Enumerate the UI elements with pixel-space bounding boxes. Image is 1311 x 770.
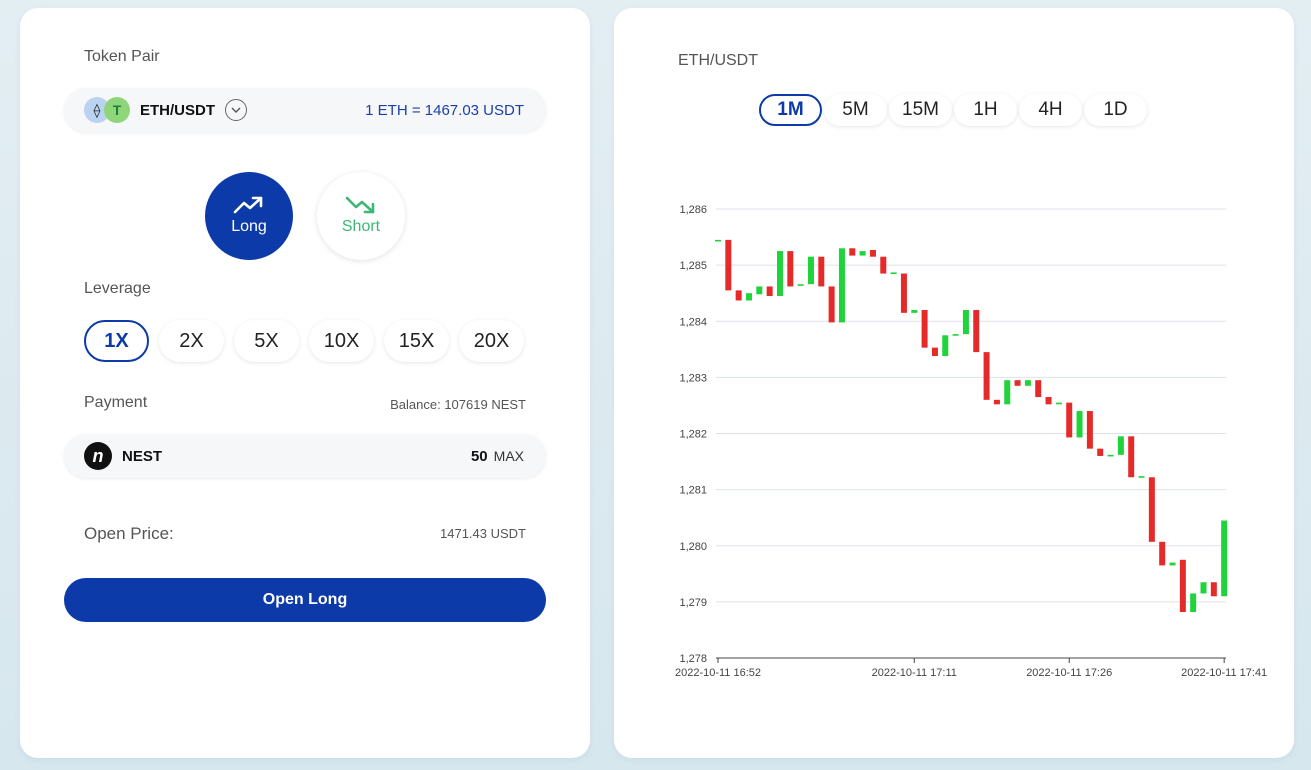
- x-tick-label: 2022-10-11 17:41: [1181, 667, 1267, 679]
- candle: [952, 334, 959, 336]
- open-price-value: 1471.43 USDT: [440, 526, 526, 541]
- payment-field[interactable]: n NEST 50 MAX: [64, 434, 546, 478]
- candle: [715, 239, 721, 242]
- y-tick-label: 1,280: [679, 541, 707, 553]
- candle: [1200, 582, 1207, 594]
- exchange-rate: 1 ETH = 1467.03 USDT: [365, 101, 524, 119]
- candle: [983, 352, 990, 400]
- candle: [1035, 380, 1042, 398]
- leverage-10x-button[interactable]: 10X: [309, 320, 374, 362]
- candle: [756, 286, 763, 295]
- open-price-label: Open Price:: [84, 524, 174, 543]
- candle: [1066, 402, 1073, 438]
- candle: [787, 251, 794, 287]
- candle: [1117, 436, 1124, 455]
- candle: [1024, 380, 1031, 386]
- leverage-15x-button[interactable]: 15X: [384, 320, 449, 362]
- y-tick-label: 1,281: [679, 485, 707, 497]
- candle: [828, 286, 835, 323]
- leverage-20x-button[interactable]: 20X: [459, 320, 524, 362]
- candle: [1190, 593, 1197, 612]
- y-tick-label: 1,278: [679, 653, 707, 665]
- leverage-1x-button[interactable]: 1X: [84, 320, 149, 362]
- token-pair-selector[interactable]: ⟠ T ETH/USDT 1 ETH = 1467.03 USDT: [64, 88, 546, 132]
- candle: [766, 286, 773, 296]
- candle: [880, 256, 887, 274]
- candle: [1097, 448, 1104, 456]
- candle: [993, 399, 1000, 405]
- x-tick-label: 2022-10-11 17:26: [1026, 667, 1112, 679]
- trade-panel: Token Pair ⟠ T ETH/USDT 1 ETH = 1467.03 …: [20, 8, 590, 758]
- chart-panel: ETH/USDT 1M 5M 15M 1H 4H 1D 1,278 1,279 1,…: [614, 8, 1294, 758]
- candle: [890, 272, 897, 275]
- candle: [849, 248, 856, 256]
- candlestick-chart[interactable]: 1,278 1,279 1,280 1,281 1,282 1,283 1,284 1,285…: [614, 8, 1294, 758]
- short-button[interactable]: Short: [317, 172, 405, 260]
- candle: [869, 249, 876, 257]
- candle: [1004, 380, 1011, 405]
- candle: [911, 310, 918, 313]
- candle: [838, 248, 845, 323]
- trend-down-icon: [345, 196, 375, 214]
- y-tick-label: 1,282: [679, 429, 707, 441]
- open-long-button[interactable]: Open Long: [64, 578, 546, 622]
- x-tick-label: 2022-10-11 16:52: [675, 667, 761, 679]
- y-tick-label: 1,285: [679, 260, 707, 272]
- candle: [973, 310, 980, 353]
- leverage-options: 1X 2X 5X 10X 15X 20X: [84, 320, 524, 362]
- candle: [921, 310, 928, 348]
- candle: [1014, 380, 1021, 386]
- candle: [745, 293, 752, 301]
- candle: [1210, 582, 1217, 597]
- nest-icon: n: [84, 442, 112, 470]
- candle: [1045, 397, 1052, 405]
- candle: [1076, 411, 1083, 438]
- candle: [900, 273, 907, 313]
- candle: [1179, 559, 1186, 612]
- candle: [1159, 541, 1166, 566]
- x-tick-label: 2022-10-11 17:11: [872, 667, 957, 679]
- candle: [1055, 402, 1062, 405]
- usdt-icon: T: [104, 97, 130, 123]
- short-label: Short: [341, 218, 381, 235]
- payment-label: Payment: [84, 394, 148, 411]
- long-label: Long: [231, 218, 267, 235]
- candle: [725, 239, 732, 291]
- leverage-2x-button[interactable]: 2X: [159, 320, 224, 362]
- candle: [1169, 562, 1176, 566]
- y-tick-label: 1,284: [679, 316, 707, 328]
- y-tick-label: 1,283: [679, 372, 707, 384]
- y-tick-label: 1,286: [679, 204, 707, 216]
- candle: [807, 256, 814, 285]
- candle: [859, 251, 866, 256]
- chevron-down-icon[interactable]: [225, 99, 247, 121]
- candle: [735, 290, 742, 301]
- candle: [942, 335, 949, 357]
- candle: [1138, 476, 1145, 478]
- candle: [1221, 520, 1228, 597]
- candle: [1107, 454, 1114, 457]
- payment-amount[interactable]: 50: [471, 448, 488, 465]
- pair-name: ETH/USDT: [140, 101, 215, 119]
- leverage-5x-button[interactable]: 5X: [234, 320, 299, 362]
- candle: [1086, 411, 1093, 449]
- candle: [931, 347, 938, 357]
- token-pair-icons: ⟠ T: [84, 97, 130, 123]
- candle: [1128, 436, 1135, 478]
- balance-text: Balance: 107619 NEST: [390, 397, 526, 412]
- candle: [797, 284, 804, 286]
- long-button[interactable]: Long: [205, 172, 293, 260]
- payment-token: NEST: [122, 447, 163, 465]
- trend-up-icon: [233, 196, 263, 214]
- max-button[interactable]: MAX: [494, 448, 524, 464]
- y-tick-label: 1,279: [679, 597, 707, 609]
- candle: [776, 251, 783, 296]
- candle: [1148, 477, 1155, 542]
- candle: [818, 256, 825, 287]
- candle: [962, 310, 969, 335]
- token-pair-label: Token Pair: [84, 48, 160, 65]
- leverage-label: Leverage: [84, 280, 151, 297]
